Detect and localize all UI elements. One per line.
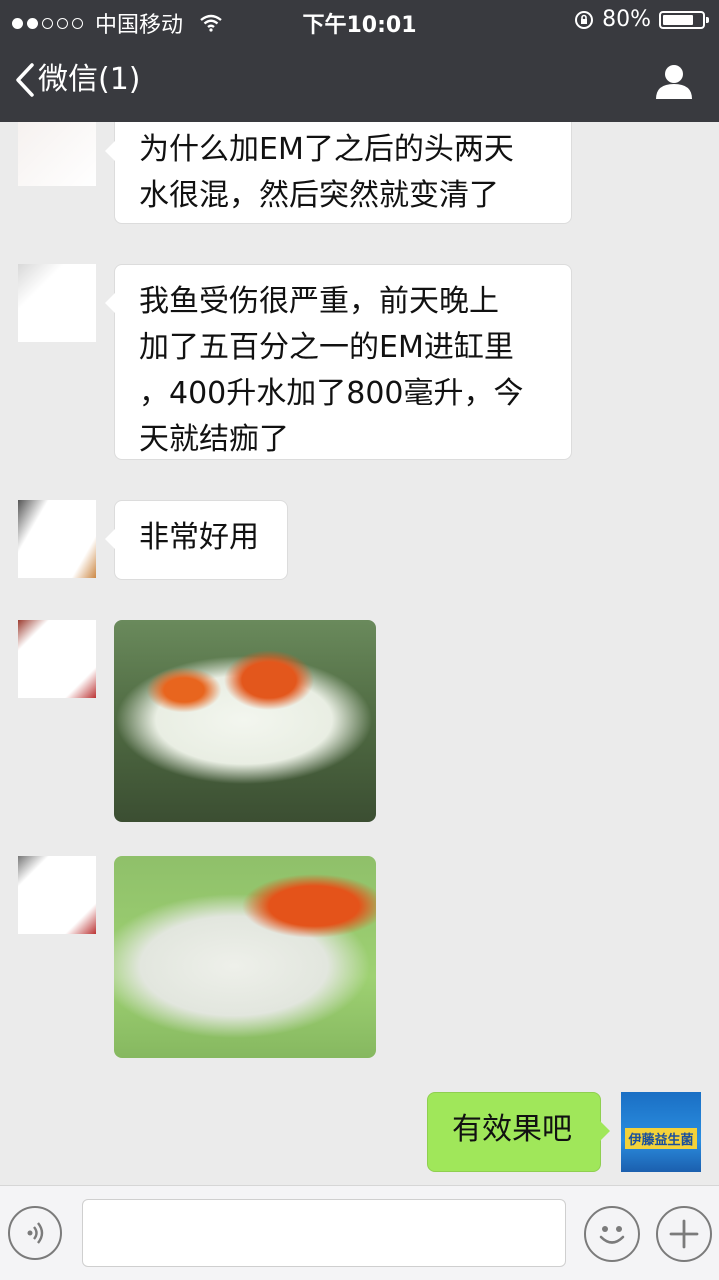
- back-button[interactable]: 微信(1): [14, 60, 141, 100]
- contact-avatar[interactable]: [18, 264, 96, 342]
- message-line: 水很混，然后突然就变清了: [139, 178, 499, 213]
- message-line: 加了五百分之一的EM进缸里: [139, 330, 514, 365]
- plus-button[interactable]: [656, 1206, 712, 1262]
- chat-area[interactable]: 为什么加EM了之后的头两天 水很混，然后突然就变清了 我鱼受伤很严重，前天晚上 …: [0, 122, 719, 1185]
- battery-fill: [663, 14, 693, 25]
- message-bubble[interactable]: 我鱼受伤很严重，前天晚上 加了五百分之一的EM进缸里 ，400升水加了800毫升…: [105, 264, 572, 460]
- my-message-bubble[interactable]: 有效果吧: [427, 1092, 610, 1172]
- input-bar: [0, 1185, 719, 1280]
- contact-avatar[interactable]: [18, 122, 96, 186]
- status-bar: 中国移动 下午10:01 80%: [0, 0, 719, 40]
- message-line: 非常好用: [139, 520, 259, 555]
- message-input[interactable]: [82, 1199, 566, 1267]
- avatar-brand-text: 伊藤益生菌: [625, 1128, 697, 1149]
- back-label: 微信(1): [38, 62, 141, 97]
- battery-icon: [659, 10, 709, 29]
- person-icon[interactable]: [655, 62, 693, 100]
- voice-button[interactable]: [8, 1206, 62, 1260]
- emoji-icon: [599, 1226, 625, 1244]
- message-bubble[interactable]: 为什么加EM了之后的头两天 水很混，然后突然就变清了: [105, 122, 572, 224]
- message-line: ，400升水加了800毫升，今: [139, 376, 524, 411]
- chevron-left-icon: [14, 62, 36, 98]
- message-line: 为什么加EM了之后的头两天: [139, 132, 514, 167]
- contact-avatar[interactable]: [18, 856, 96, 934]
- voice-icon: [27, 1222, 44, 1244]
- fish-photo-message[interactable]: [114, 856, 376, 1058]
- nav-bar: 微信(1): [0, 40, 719, 122]
- message-bubble[interactable]: 非常好用: [105, 500, 288, 580]
- orientation-lock-icon: [574, 10, 594, 30]
- contact-avatar[interactable]: [18, 620, 96, 698]
- emoji-button[interactable]: [584, 1206, 640, 1262]
- message-line: 我鱼受伤很严重，前天晚上: [139, 284, 499, 319]
- my-avatar[interactable]: 伊藤益生菌: [621, 1092, 701, 1172]
- battery-percent: 80%: [602, 7, 651, 32]
- message-line: 天就结痂了: [139, 422, 289, 457]
- plus-icon: [669, 1219, 699, 1249]
- message-line: 有效果吧: [452, 1112, 572, 1147]
- contact-avatar[interactable]: [18, 500, 96, 578]
- fish-photo-message[interactable]: [114, 620, 376, 822]
